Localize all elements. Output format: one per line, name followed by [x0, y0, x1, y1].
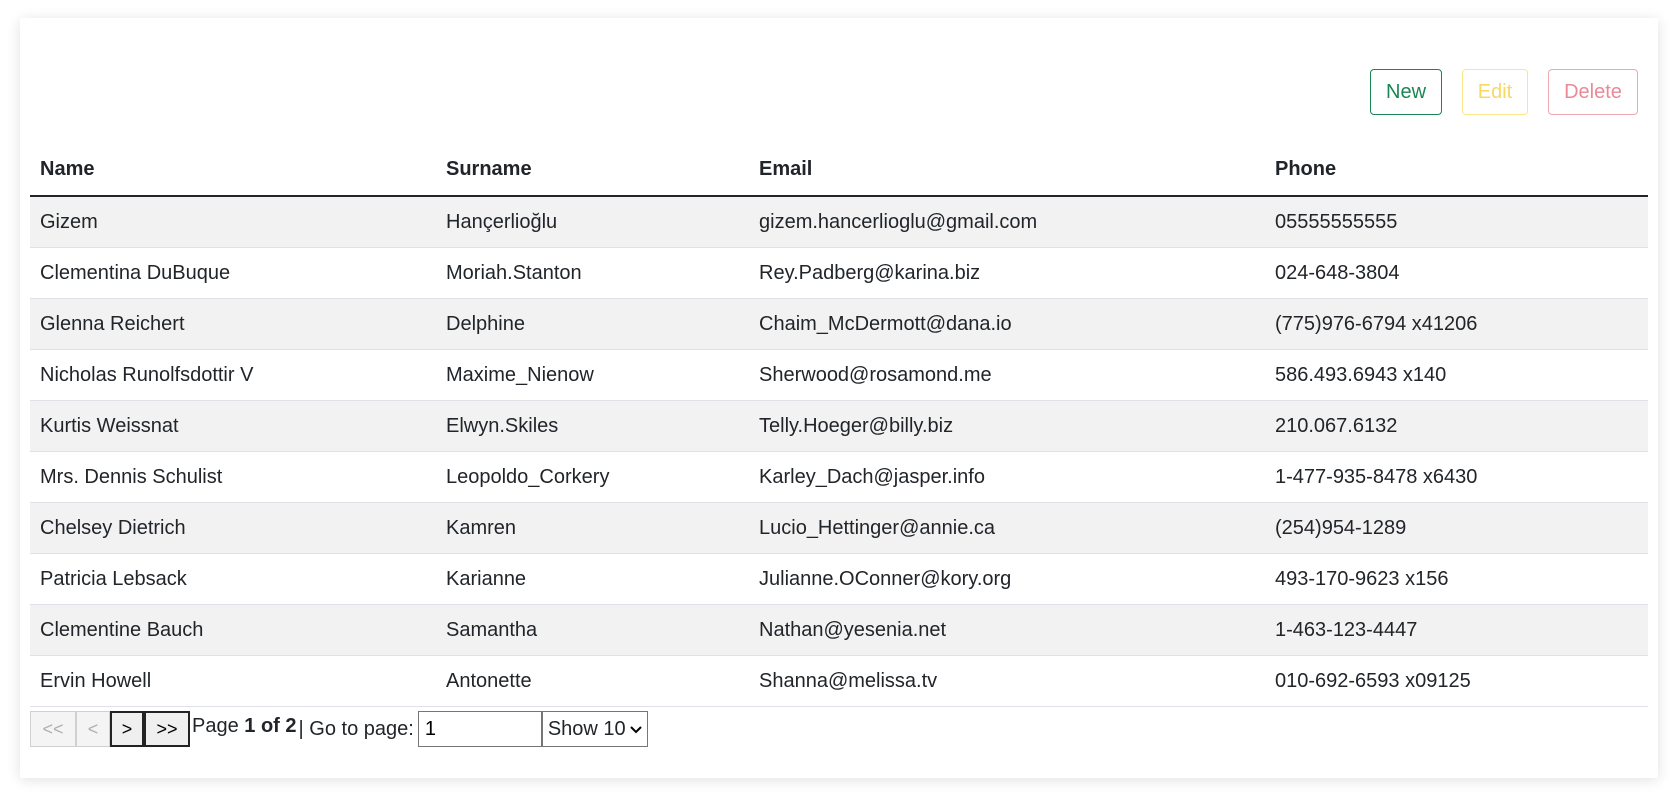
pagination: << < > >> Page 1 of 2 | Go to page: Show…: [30, 711, 648, 747]
cell-email: Nathan@yesenia.net: [749, 604, 1265, 656]
delete-button[interactable]: Delete: [1548, 69, 1638, 115]
table-row[interactable]: Patricia Lebsack Karianne Julianne.OConn…: [30, 553, 1648, 605]
cell-surname: Maxime_Nienow: [436, 349, 749, 401]
cell-phone: (775)976-6794 x41206: [1265, 298, 1648, 350]
cell-surname: Kamren: [436, 502, 749, 554]
cell-name: Glenna Reichert: [30, 298, 436, 350]
cell-email: Julianne.OConner@kory.org: [749, 553, 1265, 605]
first-page-button[interactable]: <<: [30, 711, 76, 747]
cell-name: Kurtis Weissnat: [30, 400, 436, 452]
cell-name: Ervin Howell: [30, 655, 436, 707]
edit-button[interactable]: Edit: [1462, 69, 1528, 115]
cell-phone: 1-463-123-4447: [1265, 604, 1648, 656]
previous-page-button[interactable]: <: [76, 711, 110, 747]
table-row[interactable]: Kurtis Weissnat Elwyn.Skiles Telly.Hoege…: [30, 400, 1648, 452]
cell-phone: 024-648-3804: [1265, 247, 1648, 299]
column-header-surname[interactable]: Surname: [436, 143, 749, 197]
next-page-button[interactable]: >: [110, 711, 144, 747]
table-row[interactable]: Clementina DuBuque Moriah.Stanton Rey.Pa…: [30, 247, 1648, 299]
cell-name: Gizem: [30, 196, 436, 248]
table-row[interactable]: Chelsey Dietrich Kamren Lucio_Hettinger@…: [30, 502, 1648, 554]
cell-surname: Hançerlioğlu: [436, 196, 749, 248]
table-row[interactable]: Mrs. Dennis Schulist Leopoldo_Corkery Ka…: [30, 451, 1648, 503]
cell-email: Sherwood@rosamond.me: [749, 349, 1265, 401]
cell-phone: 010-692-6593 x09125: [1265, 655, 1648, 707]
cell-name: Clementine Bauch: [30, 604, 436, 656]
cell-surname: Antonette: [436, 655, 749, 707]
cell-surname: Delphine: [436, 298, 749, 350]
cell-name: Nicholas Runolfsdottir V: [30, 349, 436, 401]
table-row[interactable]: Nicholas Runolfsdottir V Maxime_Nienow S…: [30, 349, 1648, 401]
cell-name: Chelsey Dietrich: [30, 502, 436, 554]
table-card: New Edit Delete Name Surname Email Phone…: [20, 18, 1658, 778]
cell-surname: Leopoldo_Corkery: [436, 451, 749, 503]
table-row[interactable]: Glenna Reichert Delphine Chaim_McDermott…: [30, 298, 1648, 350]
cell-email: Shanna@melissa.tv: [749, 655, 1265, 707]
last-page-button[interactable]: >>: [144, 711, 190, 747]
cell-name: Patricia Lebsack: [30, 553, 436, 605]
cell-email: Lucio_Hettinger@annie.ca: [749, 502, 1265, 554]
cell-name: Mrs. Dennis Schulist: [30, 451, 436, 503]
chevron-down-icon: [629, 721, 642, 737]
table-row[interactable]: Clementine Bauch Samantha Nathan@yesenia…: [30, 604, 1648, 656]
table-row[interactable]: Ervin Howell Antonette Shanna@melissa.tv…: [30, 655, 1648, 707]
cell-surname: Elwyn.Skiles: [436, 400, 749, 452]
goto-page-input[interactable]: [417, 711, 542, 747]
cell-phone: 1-477-935-8478 x6430: [1265, 451, 1648, 503]
page-size-select[interactable]: Show 10: [541, 711, 648, 747]
column-header-name[interactable]: Name: [30, 143, 436, 197]
cell-phone: 05555555555: [1265, 196, 1648, 248]
cell-email: Karley_Dach@jasper.info: [749, 451, 1265, 503]
page-indicator: Page 1 of 2: [192, 715, 297, 738]
cell-surname: Samantha: [436, 604, 749, 656]
cell-phone: 493-170-9623 x156: [1265, 553, 1648, 605]
toolbar: New Edit Delete: [1370, 69, 1638, 115]
page-prefix: Page: [192, 714, 239, 737]
cell-name: Clementina DuBuque: [30, 247, 436, 299]
goto-page-label: | Go to page:: [298, 717, 414, 740]
cell-phone: 586.493.6943 x140: [1265, 349, 1648, 401]
column-header-email[interactable]: Email: [749, 143, 1265, 197]
new-button[interactable]: New: [1370, 69, 1442, 115]
table-row[interactable]: Gizem Hançerlioğlu gizem.hancerlioglu@gm…: [30, 196, 1648, 248]
cell-surname: Karianne: [436, 553, 749, 605]
table-header-row: Name Surname Email Phone: [30, 143, 1648, 197]
cell-phone: (254)954-1289: [1265, 502, 1648, 554]
cell-email: Telly.Hoeger@billy.biz: [749, 400, 1265, 452]
data-table: Name Surname Email Phone Gizem Hançerlio…: [30, 143, 1648, 707]
cell-email: gizem.hancerlioglu@gmail.com: [749, 196, 1265, 248]
page-status: 1 of 2: [244, 714, 297, 737]
page-size-value: Show 10: [547, 717, 626, 740]
cell-email: Rey.Padberg@karina.biz: [749, 247, 1265, 299]
cell-surname: Moriah.Stanton: [436, 247, 749, 299]
cell-phone: 210.067.6132: [1265, 400, 1648, 452]
cell-email: Chaim_McDermott@dana.io: [749, 298, 1265, 350]
column-header-phone[interactable]: Phone: [1265, 143, 1648, 197]
